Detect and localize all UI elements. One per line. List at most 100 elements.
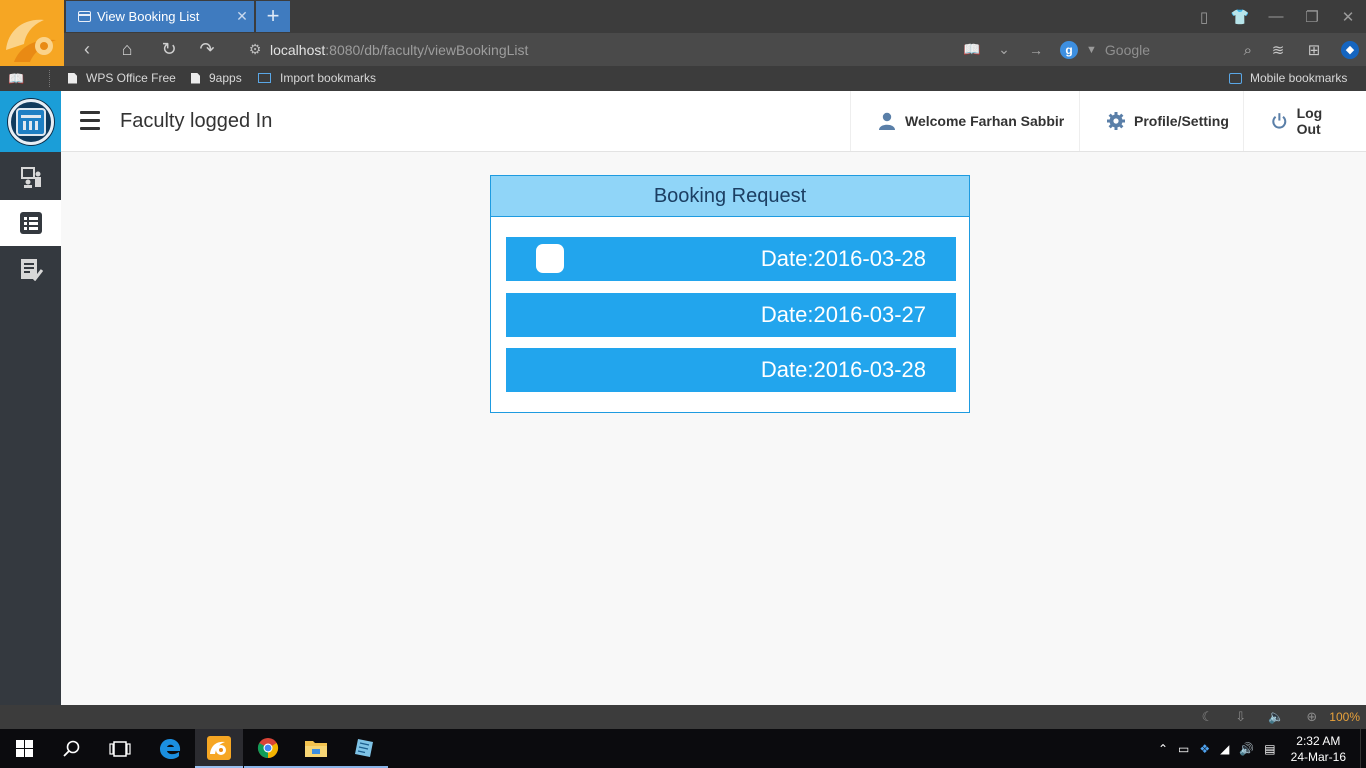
wifi-icon[interactable]: ≋ (1260, 41, 1296, 59)
uc-browser-taskbar-icon[interactable] (195, 729, 243, 768)
browser-navbar: ‹ ⌂ ↻ ↷ ⚙ localhost:8080/db/faculty/view… (64, 33, 1366, 66)
windows-start-icon[interactable] (0, 729, 48, 768)
task-view-icon[interactable] (96, 729, 144, 768)
volume-icon[interactable]: 🔈 (1268, 709, 1284, 725)
logout-label: Log Out (1296, 105, 1323, 137)
checklist-icon (20, 259, 43, 281)
logout-button[interactable]: Log Out (1243, 91, 1366, 151)
url-text[interactable]: localhost:8080/db/faculty/viewBookingLis… (270, 42, 528, 58)
classroom-icon (20, 167, 41, 188)
divider (49, 70, 50, 87)
clock-time: 2:32 AM (1296, 733, 1341, 748)
sidebar-item-booking-list[interactable] (0, 200, 61, 246)
row-checkbox[interactable] (536, 244, 564, 273)
uc-browser-logo[interactable] (0, 0, 64, 66)
edge-icon[interactable] (146, 729, 194, 768)
dropbox-icon[interactable]: ❖ (1199, 742, 1210, 756)
profile-setting-button[interactable]: Profile/Setting (1079, 91, 1249, 151)
booking-date: Date:2016-03-28 (760, 246, 926, 271)
ime-icon[interactable]: ▤ (1264, 742, 1275, 756)
app-header: Faculty logged In Welcome Farhan Sabbir … (61, 91, 1366, 152)
browser-titlebar: View Booking List ✕ + ▯ 👕 — ❐ ✕ (0, 0, 1366, 66)
browser-status-bar: ☾ ⇩ 🔈 ⊕ 100% (0, 705, 1366, 729)
address-bar[interactable]: ⚙ localhost:8080/db/faculty/viewBookingL… (240, 36, 1052, 63)
sidebar-item-classroom[interactable] (0, 154, 61, 200)
tab-view-booking-list[interactable]: View Booking List ✕ (66, 1, 254, 32)
volume-icon[interactable]: 🔊 (1239, 742, 1254, 756)
bookmark-label: WPS Office Free (86, 71, 176, 85)
notepad-app-icon[interactable] (340, 729, 388, 768)
hamburger-menu-icon[interactable] (80, 111, 100, 131)
app-sidebar (0, 91, 61, 705)
browser-toolbar-right: ≋ ⊞ ◆ S (1260, 33, 1366, 66)
minimize-icon[interactable]: — (1258, 0, 1294, 33)
welcome-user[interactable]: Welcome Farhan Sabbir (850, 91, 1084, 151)
booking-row[interactable]: Date:2016-03-28 (506, 237, 956, 281)
apps-grid-icon[interactable]: ⊞ (1296, 41, 1332, 59)
chevron-down-icon[interactable]: ▼ (1086, 44, 1097, 56)
power-icon (1272, 113, 1287, 129)
search-input[interactable]: Google (1105, 42, 1244, 58)
extension-icon[interactable]: ◆ (1341, 40, 1359, 59)
calendar-logo-icon (7, 98, 54, 145)
chevron-down-icon[interactable]: ⌄ (988, 41, 1020, 58)
bookmark-label: 9apps (209, 71, 242, 85)
booking-row[interactable]: Date:2016-03-27 (506, 293, 956, 337)
new-tab-button[interactable]: + (256, 1, 290, 32)
panel-heading: Booking Request (491, 176, 969, 217)
file-explorer-icon[interactable] (292, 729, 340, 768)
list-icon (19, 212, 42, 234)
zoom-level[interactable]: 100% (1329, 710, 1360, 724)
welcome-label: Welcome Farhan Sabbir (905, 113, 1065, 129)
chrome-icon[interactable] (244, 729, 292, 768)
bookmark-wps-office[interactable]: WPS Office Free (68, 71, 176, 85)
battery-icon[interactable]: ▭ (1178, 742, 1189, 756)
search-icon[interactable] (48, 729, 96, 768)
tab-list-icon[interactable]: ▯ (1186, 0, 1222, 33)
bookmark-label: Import bookmarks (280, 71, 377, 85)
booking-date: Date:2016-03-28 (760, 357, 926, 382)
windows-taskbar: ⌃ ▭ ❖ ◢ 🔊 ▤ 2:32 AM 24-Mar-16 (0, 729, 1366, 768)
night-mode-icon[interactable]: ☾ (1202, 709, 1214, 725)
bookmark-import[interactable]: Import bookmarks (258, 71, 376, 85)
back-icon[interactable]: ‹ (70, 33, 104, 66)
reader-mode-icon[interactable]: 📖 (956, 41, 988, 58)
book-icon[interactable]: 📖 (8, 71, 24, 87)
home-icon[interactable]: ⌂ (110, 33, 144, 66)
close-tab-icon[interactable]: ✕ (230, 8, 254, 25)
wifi-icon[interactable]: ◢ (1220, 742, 1229, 756)
search-box[interactable]: g ▼ Google ⌕ (1060, 38, 1252, 62)
tab-title: View Booking List (97, 9, 200, 24)
page-title: Faculty logged In (120, 110, 273, 132)
restore-icon[interactable]: ❐ (1294, 0, 1330, 33)
profile-label: Profile/Setting (1134, 113, 1229, 129)
undo-close-icon[interactable]: ↷ (190, 33, 224, 66)
mobile-icon (1229, 72, 1242, 84)
site-icon: ⚙ (248, 41, 262, 57)
window-controls: ▯ 👕 — ❐ ✕ (1186, 0, 1366, 33)
booking-date: Date:2016-03-27 (760, 302, 926, 327)
import-icon (258, 73, 271, 83)
gear-icon (1107, 112, 1125, 130)
close-window-icon[interactable]: ✕ (1330, 0, 1366, 33)
bookmark-label: Mobile bookmarks (1250, 71, 1348, 85)
zoom-icon[interactable]: ⊕ (1306, 709, 1317, 725)
search-icon[interactable]: ⌕ (1244, 42, 1252, 59)
clock[interactable]: 2:32 AM 24-Mar-16 (1291, 733, 1346, 765)
download-icon[interactable]: ⇩ (1235, 709, 1246, 725)
page-icon (78, 11, 91, 22)
reload-icon[interactable]: ↻ (152, 33, 186, 66)
chevron-up-icon[interactable]: ⌃ (1158, 742, 1168, 756)
notifications-icon[interactable] (1360, 729, 1366, 768)
user-icon (879, 112, 895, 130)
bookmark-9apps[interactable]: 9apps (191, 71, 242, 85)
mobile-bookmarks[interactable]: Mobile bookmarks (1229, 71, 1347, 85)
go-arrow-icon[interactable]: → (1020, 42, 1052, 58)
sidebar-item-approved[interactable] (0, 246, 61, 292)
search-engine-icon[interactable]: g (1060, 41, 1078, 59)
skin-icon[interactable]: 👕 (1222, 0, 1258, 33)
booking-row[interactable]: Date:2016-03-28 (506, 348, 956, 392)
app-logo[interactable] (0, 91, 61, 152)
system-tray: ⌃ ▭ ❖ ◢ 🔊 ▤ 2:32 AM 24-Mar-16 (1153, 729, 1366, 768)
bookmarks-bar: 📖 WPS Office Free 9apps Import bookmarks… (0, 66, 1366, 91)
